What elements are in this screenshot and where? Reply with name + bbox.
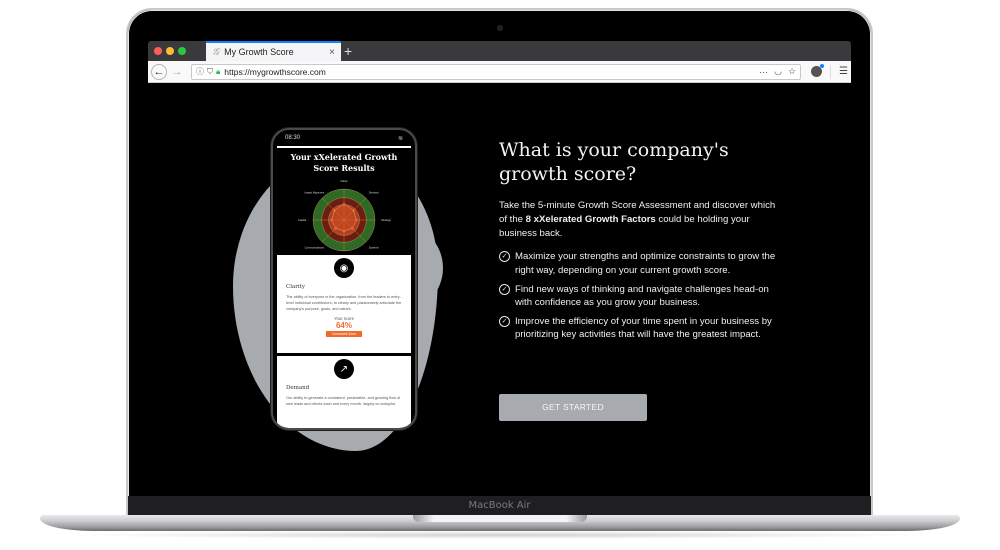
browser-chrome: 𝒢 My Growth Score × + ← → ⓘ ⛉ 🔒︎ https:/…	[148, 41, 851, 83]
check-circle-icon: ✓	[499, 283, 510, 295]
pocket-icon[interactable]: ◡	[774, 66, 782, 77]
check-circle-icon: ✓	[499, 251, 510, 263]
phone-title: Your xXelerated Growth Score Results	[290, 152, 398, 173]
hero-title: What is your company's growth score?	[499, 139, 729, 185]
radar-chart: ClarityDemandStrategySystemsTeamCommunic…	[298, 179, 392, 261]
url-bar[interactable]: ⓘ ⛉ 🔒︎ https://mygrowthscore.com ··· ◡ ☆	[191, 63, 802, 80]
radar-point	[342, 229, 346, 233]
benefit-text: Improve the efficiency of your time spen…	[515, 315, 772, 341]
intro-highlight: 8 xXelerated Growth Factors	[525, 213, 656, 225]
hero-intro: Take the 5-minute Growth Score Assessmen…	[499, 199, 779, 240]
radar-label: Communications	[305, 246, 325, 250]
nav-bar: ← → ⓘ ⛉ 🔒︎ https://mygrowthscore.com ···…	[148, 61, 851, 83]
radar-label: Impact Alignment	[304, 190, 324, 194]
forward-button[interactable]: →	[169, 64, 185, 80]
close-window-button[interactable]	[154, 47, 162, 55]
benefit-item: ✓ Improve the efficiency of your time spe…	[499, 315, 779, 342]
zone-badge: Constraint Zone	[326, 331, 362, 337]
wifi-icon: ≋	[397, 135, 403, 142]
factor-card-demand: ↗ Demand Our ability to generate a consi…	[277, 356, 411, 428]
check-circle-icon: ✓	[499, 315, 510, 327]
new-tab-button[interactable]: +	[344, 42, 352, 60]
benefit-text: Maximize your strengths and optimize con…	[515, 251, 776, 276]
shield-icon[interactable]: ⛉	[207, 67, 213, 77]
chart-growth-icon: ↗	[334, 359, 354, 379]
card-text: The ability of everyone in the organizat…	[286, 295, 402, 311]
signature-favicon-icon: 𝒢	[212, 46, 220, 58]
benefit-item: ✓ Maximize your strengths and optimize co…	[499, 250, 779, 277]
benefit-item: ✓ Find new ways of thinking and navigate …	[499, 283, 779, 310]
factor-card-clarity: ◉ Clarity The ability of everyone in the…	[277, 255, 411, 353]
benefit-text: Find new ways of thinking and navigate c…	[515, 283, 769, 309]
benefits-list: ✓ Maximize your strengths and optimize co…	[499, 250, 779, 342]
radar-point	[352, 209, 355, 212]
camera	[497, 25, 503, 31]
radar-point	[342, 202, 346, 206]
radar-label: Strategy	[381, 218, 391, 222]
url-text[interactable]: https://mygrowthscore.com	[224, 67, 753, 77]
tab-bar: 𝒢 My Growth Score × +	[148, 41, 851, 61]
radar-label: Demand	[369, 190, 379, 194]
maximize-window-button[interactable]	[178, 47, 186, 55]
radar-label: Capital	[298, 218, 306, 222]
account-icon[interactable]	[811, 64, 825, 77]
back-button[interactable]: ←	[151, 63, 167, 80]
device-label: MacBook Air	[128, 496, 871, 516]
card-text: Our ability to generate a consistent, pr…	[286, 396, 401, 406]
laptop-shadow	[60, 531, 940, 539]
star-icon[interactable]: ☆	[788, 66, 796, 77]
phone-mockup: 08:30 ≋ Your xXelerated Growth Score Res…	[271, 128, 417, 430]
tab-title: My Growth Score	[224, 47, 294, 57]
card-heading: Clarity	[286, 284, 305, 290]
radar-point	[354, 218, 358, 222]
get-started-button[interactable]: GET STARTED	[499, 394, 647, 421]
radar-label: Clarity	[340, 179, 348, 183]
eye-icon: ◉	[334, 258, 354, 278]
hero-section: What is your company's growth score? Tak…	[499, 138, 779, 347]
tab-my-growth-score[interactable]: 𝒢 My Growth Score ×	[206, 41, 341, 61]
info-icon[interactable]: ⓘ	[196, 66, 204, 77]
toolbar-divider	[830, 64, 832, 79]
phone-time: 08:30	[285, 135, 301, 141]
card-heading: Demand	[286, 385, 310, 391]
radar-point	[330, 218, 334, 222]
laptop-notch	[413, 515, 587, 522]
lock-icon: 🔒︎	[216, 66, 221, 76]
menu-icon[interactable]: ☰	[839, 66, 848, 77]
radar-point	[334, 227, 337, 230]
close-tab-icon[interactable]: ×	[329, 47, 335, 58]
radar-point	[333, 209, 336, 212]
minimize-window-button[interactable]	[166, 47, 174, 55]
score-value: 64%	[335, 321, 352, 330]
radar-point	[351, 227, 354, 230]
more-icon[interactable]: ···	[759, 67, 768, 77]
web-page: 08:30 ≋ Your xXelerated Growth Score Res…	[148, 83, 851, 496]
phone-status-bar: 08:30 ≋	[273, 130, 415, 146]
radar-label: Systems	[369, 246, 380, 250]
